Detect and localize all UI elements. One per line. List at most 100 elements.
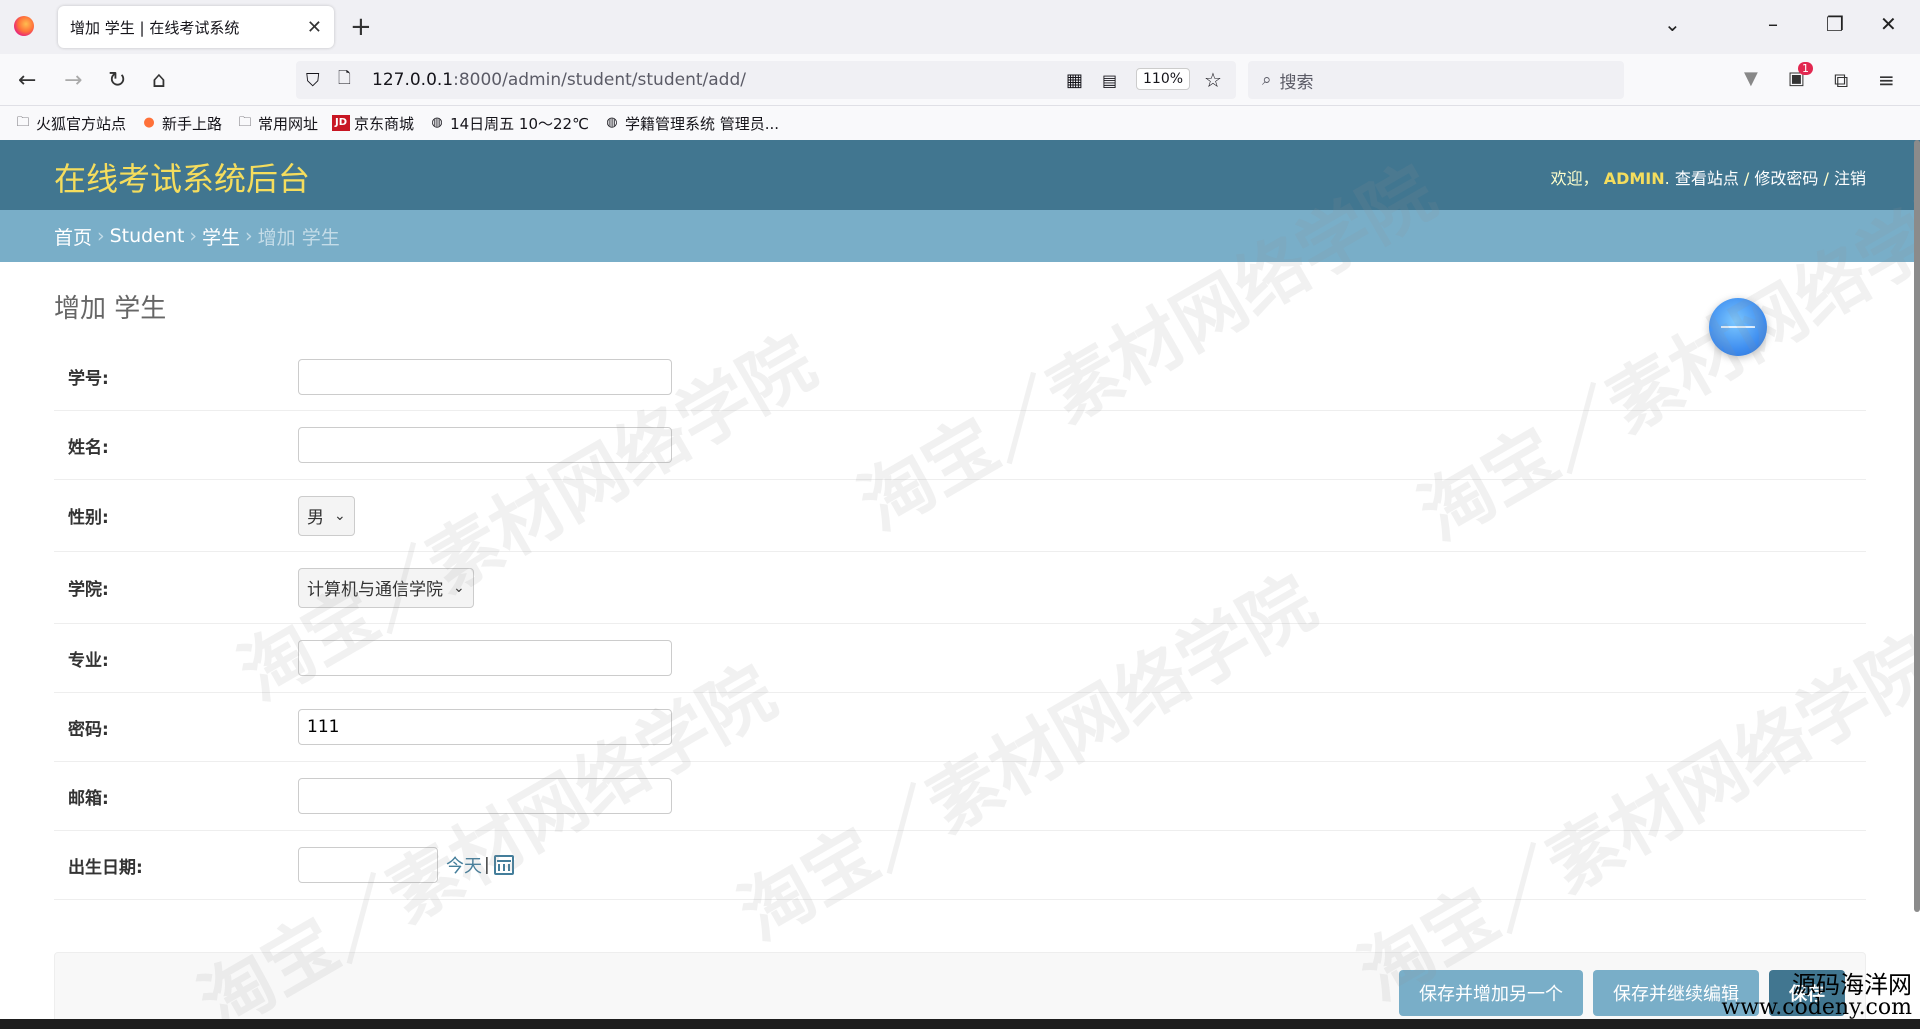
qr-code-icon[interactable]: ▦ bbox=[1066, 70, 1083, 91]
globe-icon: ◍ bbox=[431, 115, 443, 130]
minimize-icon[interactable]: – bbox=[1768, 12, 1778, 36]
chevron-down-icon: ⌄ bbox=[453, 579, 465, 596]
floating-assistant-ball[interactable] bbox=[1709, 298, 1767, 356]
search-bar[interactable]: ⌕ 搜索 bbox=[1248, 61, 1624, 99]
password-label: 密码: bbox=[68, 719, 109, 740]
form-row-gender: 性别: 男 ⌄ bbox=[54, 480, 1866, 552]
restore-icon[interactable]: ❐ bbox=[1826, 12, 1844, 36]
jd-icon: JD bbox=[332, 115, 351, 131]
breadcrumb-home[interactable]: 首页 bbox=[54, 223, 92, 250]
name-label: 姓名: bbox=[68, 437, 109, 458]
bookmark-label: 京东商城 bbox=[354, 114, 415, 133]
url-path: :8000/admin/student/student/add/ bbox=[453, 70, 746, 90]
name-input[interactable] bbox=[298, 427, 672, 463]
globe-icon: ◍ bbox=[606, 115, 618, 130]
bookmark-item[interactable]: 🗀 火狐官方站点 bbox=[14, 113, 126, 134]
gender-label: 性别: bbox=[68, 508, 109, 528]
breadcrumb-separator: › bbox=[189, 225, 198, 247]
new-tab-icon[interactable]: + bbox=[350, 12, 372, 42]
email-input[interactable] bbox=[298, 778, 672, 814]
user-tools: 欢迎， ADMIN. 查看站点 / 修改密码 / 注销 bbox=[1550, 169, 1866, 188]
major-input[interactable] bbox=[298, 640, 672, 676]
extension-v-icon[interactable]: ▼ bbox=[1744, 68, 1758, 89]
reload-icon[interactable]: ↻ bbox=[108, 68, 126, 93]
firefox-icon: ● bbox=[143, 115, 155, 130]
student-id-input[interactable] bbox=[298, 358, 672, 395]
form-row-name: 姓名: bbox=[54, 411, 1866, 480]
breadcrumb-app[interactable]: Student bbox=[110, 225, 185, 247]
page-scrollbar[interactable] bbox=[1914, 140, 1920, 912]
save-and-add-another-button[interactable]: 保存并增加另一个 bbox=[1399, 970, 1583, 1016]
page-title: 增加 学生 bbox=[54, 294, 167, 324]
breadcrumb-separator: › bbox=[97, 225, 105, 247]
search-icon: ⌕ bbox=[1262, 70, 1272, 90]
breadcrumb: 首页 › Student › 学生 › 增加 学生 bbox=[0, 210, 1920, 262]
url-host: 127.0.0.1 bbox=[372, 70, 454, 90]
college-label: 学院: bbox=[68, 580, 109, 600]
extension-badge: 1 bbox=[1798, 62, 1813, 75]
major-label: 专业: bbox=[68, 650, 109, 671]
bookmark-item[interactable]: ◍ 学籍管理系统 管理员... bbox=[603, 113, 779, 134]
admin-header: 在线考试系统后台 欢迎， ADMIN. 查看站点 / 修改密码 / 注销 bbox=[0, 140, 1920, 210]
breadcrumb-current: 增加 学生 bbox=[257, 226, 340, 249]
bookmark-item[interactable]: ● 新手上路 bbox=[140, 113, 222, 134]
zoom-indicator[interactable]: 110% bbox=[1136, 68, 1191, 90]
bookmark-label: 火狐官方站点 bbox=[36, 114, 127, 133]
reader-view-icon[interactable]: ▤ bbox=[1102, 71, 1117, 90]
college-selected-value: 计算机与通信学院 bbox=[307, 580, 443, 600]
password-input[interactable] bbox=[298, 709, 672, 745]
birthday-input[interactable] bbox=[298, 847, 438, 883]
site-title[interactable]: 在线考试系统后台 bbox=[54, 154, 310, 200]
main-content: 增加 学生 学号: 姓名: 性别: 男 ⌄ 学院: 计算机与通信学院 ⌄ 专业:… bbox=[0, 262, 1920, 900]
page-info-icon[interactable]: 🗋 bbox=[338, 67, 351, 94]
home-icon[interactable]: ⌂ bbox=[152, 68, 166, 93]
browser-nav-bar: ← → ↻ ⌂ ⛉ 🗋 127.0.0.1:8000/admin/student… bbox=[0, 54, 1920, 106]
birthday-label: 出生日期: bbox=[68, 857, 143, 878]
logout-link[interactable]: 注销 bbox=[1834, 169, 1866, 188]
today-link[interactable]: 今天 bbox=[446, 852, 482, 878]
url-bar[interactable]: ⛉ 🗋 127.0.0.1:8000/admin/student/student… bbox=[296, 61, 1236, 99]
taskbar-strip bbox=[0, 1019, 1920, 1029]
form-row-birthday: 出生日期: 今天 | bbox=[54, 831, 1866, 900]
form-row-college: 学院: 计算机与通信学院 ⌄ bbox=[54, 552, 1866, 624]
gender-select[interactable]: 男 ⌄ bbox=[298, 495, 355, 536]
list-all-tabs-icon[interactable]: ⌄ bbox=[1664, 12, 1681, 36]
extension-badge-icon[interactable]: ▣ 1 bbox=[1788, 62, 1813, 89]
form-row-student-id: 学号: bbox=[54, 343, 1866, 411]
welcome-text: 欢迎， bbox=[1550, 169, 1599, 188]
menu-icon[interactable]: ≡ bbox=[1878, 68, 1895, 92]
form-row-major: 专业: bbox=[54, 624, 1866, 693]
corner-watermark: 源码海洋网 www.codeny.com bbox=[1721, 973, 1912, 1019]
bookmark-label: 新手上路 bbox=[162, 114, 223, 133]
firefox-icon[interactable] bbox=[14, 16, 34, 36]
window-close-icon[interactable]: ✕ bbox=[1880, 12, 1897, 36]
bookmarks-toolbar: 🗀 火狐官方站点 ● 新手上路 🗀 常用网址 JD 京东商城 ◍ 14日周五 10～22℃… bbox=[0, 106, 1920, 140]
bookmark-item[interactable]: ◍ 14日周五 10～22℃ bbox=[428, 113, 589, 134]
breadcrumb-model[interactable]: 学生 bbox=[202, 223, 240, 250]
bookmark-item[interactable]: 🗀 常用网址 bbox=[236, 113, 319, 134]
folder-icon: 🗀 bbox=[16, 115, 30, 130]
corner-watermark-line1: 源码海洋网 bbox=[1792, 971, 1912, 999]
shield-icon[interactable]: ⛉ bbox=[306, 70, 320, 91]
bookmark-item[interactable]: JD 京东商城 bbox=[332, 113, 414, 134]
view-site-link[interactable]: 查看站点 bbox=[1675, 169, 1739, 188]
today-separator: | bbox=[484, 855, 490, 875]
calendar-icon[interactable] bbox=[493, 855, 514, 875]
back-icon[interactable]: ← bbox=[18, 68, 36, 93]
browser-tab[interactable]: 增加 学生 | 在线考试系统 ✕ bbox=[58, 6, 334, 48]
gender-selected-value: 男 bbox=[307, 508, 324, 528]
forward-icon[interactable]: → bbox=[64, 68, 82, 93]
email-label: 邮箱: bbox=[68, 788, 109, 809]
bookmark-label: 常用网址 bbox=[258, 114, 319, 133]
tab-close-icon[interactable]: ✕ bbox=[307, 17, 322, 38]
url-text[interactable]: 127.0.0.1:8000/admin/student/student/add… bbox=[372, 70, 746, 90]
change-password-link[interactable]: 修改密码 bbox=[1754, 169, 1818, 188]
extensions-puzzle-icon[interactable]: ⧉ bbox=[1834, 68, 1848, 92]
submit-row: 保存并增加另一个 保存并继续编辑 保存 bbox=[54, 952, 1866, 1029]
chevron-down-icon: ⌄ bbox=[334, 507, 346, 524]
bookmark-star-icon[interactable]: ☆ bbox=[1204, 68, 1222, 92]
college-select[interactable]: 计算机与通信学院 ⌄ bbox=[298, 567, 474, 608]
search-placeholder: 搜索 bbox=[1279, 72, 1314, 93]
form-row-email: 邮箱: bbox=[54, 762, 1866, 831]
tab-title: 增加 学生 | 在线考试系统 bbox=[70, 18, 240, 37]
